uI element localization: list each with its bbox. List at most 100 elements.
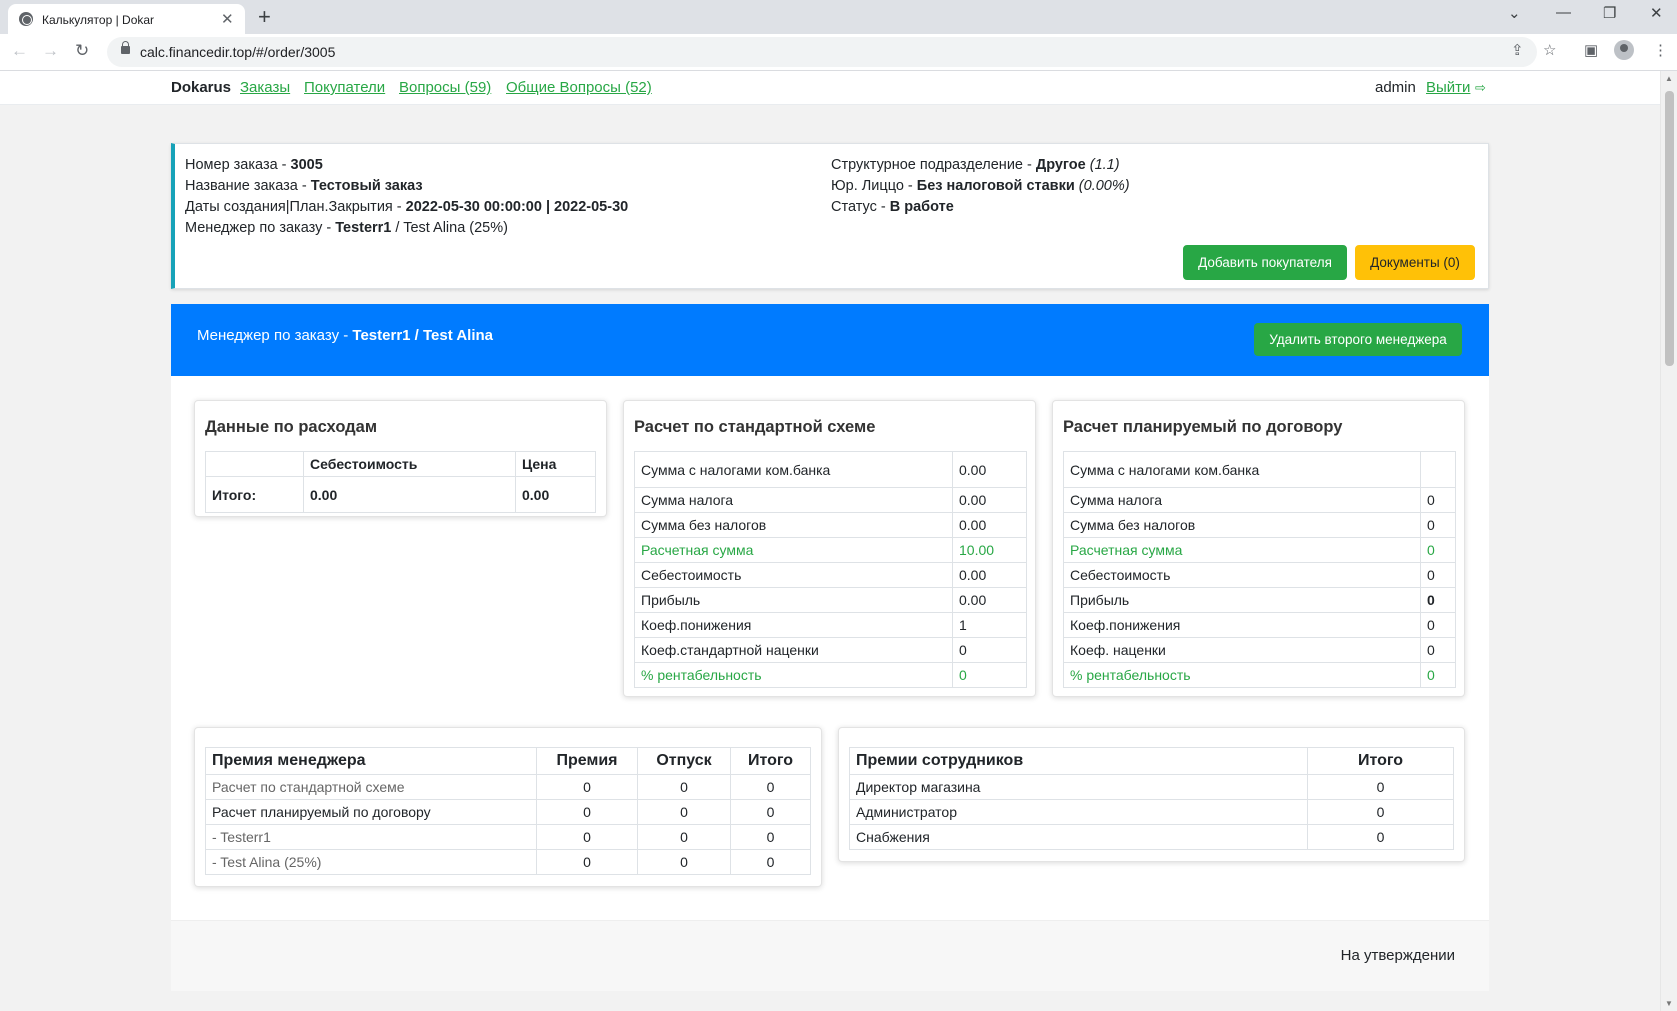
reload-icon[interactable]: ↻ bbox=[75, 41, 89, 61]
nav-link-buyers[interactable]: Покупатели bbox=[304, 79, 385, 96]
menu-dots-icon[interactable]: ⋮ bbox=[1653, 41, 1668, 59]
planned-card: Расчет планируемый по договору Сумма с н… bbox=[1052, 400, 1465, 697]
staff-bonus-row-total: 0 bbox=[1307, 824, 1454, 850]
add-buyer-button[interactable]: Добавить покупателя bbox=[1183, 245, 1347, 280]
scroll-up-icon[interactable]: ▲ bbox=[1665, 74, 1673, 83]
staff-bonus-row-label: Директор магазина bbox=[849, 774, 1308, 800]
remove-second-manager-button[interactable]: Удалить второго менеджера bbox=[1254, 323, 1462, 356]
standard-row-label: Сумма с налогами ком.банка bbox=[634, 451, 953, 488]
planned-row-value: 0 bbox=[1420, 587, 1456, 613]
browser-tab-active[interactable]: Калькулятор | Dokar ✕ bbox=[8, 4, 245, 34]
documents-button[interactable]: Документы (0) bbox=[1355, 245, 1475, 280]
manager-bonus-row-total: 0 bbox=[730, 824, 811, 850]
restore-icon[interactable]: ❐ bbox=[1603, 4, 1616, 22]
staff-bonus-row-total: 0 bbox=[1307, 799, 1454, 825]
staff-bonus-header-title: Премии сотрудников bbox=[849, 747, 1308, 775]
manager-bonus-card: Премия менеджера Премия Отпуск Итого Рас… bbox=[194, 727, 822, 887]
new-tab-icon[interactable]: + bbox=[258, 4, 271, 30]
close-window-icon[interactable]: ✕ bbox=[1650, 4, 1663, 22]
manager-bonus-row-bonus: 0 bbox=[536, 849, 638, 875]
standard-row-label: Себестоимость bbox=[634, 562, 953, 588]
legal-label: Юр. Лиццо - bbox=[831, 178, 917, 194]
page-scrollbar[interactable]: ▲ ▼ bbox=[1660, 71, 1677, 1011]
current-user: admin bbox=[1375, 79, 1416, 96]
minimize-icon[interactable]: — bbox=[1556, 4, 1571, 21]
scroll-thumb[interactable] bbox=[1665, 91, 1674, 366]
planned-row-label: Сумма без налогов bbox=[1063, 512, 1421, 538]
page-viewport: Dokarus Заказы Покупатели Вопросы (59) О… bbox=[0, 71, 1677, 1011]
division-label: Структурное подразделение - bbox=[831, 157, 1036, 173]
staff-bonus-table: Премии сотрудников Итого Директор магази… bbox=[849, 747, 1454, 850]
share-icon[interactable]: ⇪ bbox=[1511, 41, 1524, 59]
manager-bonus-row-bonus: 0 bbox=[536, 774, 638, 800]
staff-bonus-row-label: Администратор bbox=[849, 799, 1308, 825]
lock-icon bbox=[121, 41, 130, 54]
scroll-down-icon[interactable]: ▼ bbox=[1665, 999, 1673, 1008]
profile-avatar-icon[interactable] bbox=[1614, 40, 1634, 60]
manager-bonus-table: Премия менеджера Премия Отпуск Итого Рас… bbox=[205, 747, 811, 875]
bookmark-star-icon[interactable]: ☆ bbox=[1543, 41, 1556, 59]
standard-row-value: 0.00 bbox=[952, 562, 1027, 588]
staff-bonus-row-total: 0 bbox=[1307, 774, 1454, 800]
manager-bonus-row-vacation: 0 bbox=[637, 799, 731, 825]
manager-bonus-row-total: 0 bbox=[730, 774, 811, 800]
side-panel-icon[interactable]: ▣ bbox=[1584, 41, 1598, 59]
manager-bonus-header-title: Премия менеджера bbox=[205, 747, 537, 775]
planned-row-value: 0 bbox=[1420, 512, 1456, 538]
expenses-header-price: Цена bbox=[515, 451, 596, 477]
order-legal-line: Юр. Лиццо - Без налоговой ставки (0.00%) bbox=[831, 178, 1130, 194]
expenses-total-label: Итого: bbox=[205, 476, 304, 513]
manager-bonus-row-label: - Test Alina (25%) bbox=[205, 849, 537, 875]
tab-search-icon[interactable]: ⌄ bbox=[1508, 4, 1521, 22]
manager-bonus-row-vacation: 0 bbox=[637, 824, 731, 850]
planned-row-value bbox=[1420, 451, 1456, 488]
planned-title: Расчет планируемый по договору bbox=[1063, 418, 1343, 436]
order-name: Тестовый заказ bbox=[310, 178, 423, 194]
standard-row-label: Сумма налога bbox=[634, 487, 953, 513]
order-dates-label: Даты создания|План.Закрытия - bbox=[185, 199, 406, 215]
nav-link-orders[interactable]: Заказы bbox=[240, 79, 290, 96]
planned-row-value: 0 bbox=[1420, 487, 1456, 513]
planned-row-value: 0 bbox=[1420, 637, 1456, 663]
manager-bonus-row-label: - Testerr1 bbox=[205, 824, 537, 850]
planned-table: Сумма с налогами ком.банка Сумма налога 0… bbox=[1063, 451, 1456, 688]
address-bar[interactable]: calc.financedir.top/#/order/3005 bbox=[107, 37, 1537, 67]
nav-link-questions[interactable]: Вопросы (59) bbox=[399, 79, 491, 96]
forward-icon[interactable]: → bbox=[42, 41, 59, 61]
tab-close-icon[interactable]: ✕ bbox=[221, 10, 234, 28]
logout-link[interactable]: Выйти bbox=[1426, 79, 1470, 96]
standard-row-value: 10.00 bbox=[952, 537, 1027, 563]
manager-bonus-row-total: 0 bbox=[730, 849, 811, 875]
brand-logo[interactable]: Dokarus bbox=[171, 79, 231, 96]
standard-row-label: Сумма без налогов bbox=[634, 512, 953, 538]
planned-row-label: Себестоимость bbox=[1063, 562, 1421, 588]
tab-title: Калькулятор | Dokar bbox=[42, 13, 155, 27]
planned-row-label: Сумма с налогами ком.банка bbox=[1063, 451, 1421, 488]
order-manager-extra: / Test Alina (25%) bbox=[391, 220, 508, 236]
legal-value: Без налоговой ставки bbox=[916, 178, 1075, 194]
nav-link-general-questions[interactable]: Общие Вопросы (52) bbox=[506, 79, 652, 96]
standard-row-label: Прибыль bbox=[634, 587, 953, 613]
standard-row-value: 0.00 bbox=[952, 512, 1027, 538]
standard-row-value: 0 bbox=[952, 662, 1027, 688]
globe-icon bbox=[19, 12, 33, 26]
division-code: (1.1) bbox=[1089, 157, 1120, 173]
order-info-card: Номер заказа - 3005 Название заказа - Те… bbox=[171, 143, 1489, 289]
planned-row-label: Расчетная сумма bbox=[1063, 537, 1421, 563]
planned-row-label: Прибыль bbox=[1063, 587, 1421, 613]
url-text[interactable]: calc.financedir.top/#/order/3005 bbox=[140, 44, 335, 60]
manager-bonus-row-bonus: 0 bbox=[536, 824, 638, 850]
back-icon[interactable]: ← bbox=[11, 41, 28, 61]
manager-bonus-row-vacation: 0 bbox=[637, 849, 731, 875]
order-name-line: Название заказа - Тестовый заказ bbox=[185, 178, 423, 194]
manager-bonus-header-total: Итого bbox=[730, 747, 811, 775]
standard-row-value: 0.00 bbox=[952, 451, 1027, 488]
expenses-total-cost: 0.00 bbox=[303, 476, 516, 513]
manager-bonus-row-bonus: 0 bbox=[536, 799, 638, 825]
standard-row-label: Коеф.стандартной наценки bbox=[634, 637, 953, 663]
standard-scheme-table: Сумма с налогами ком.банка 0.00 Сумма нал… bbox=[634, 451, 1027, 688]
planned-row-value: 0 bbox=[1420, 537, 1456, 563]
expenses-header-empty bbox=[205, 451, 304, 477]
manager-bonus-row-label: Расчет по стандартной схеме bbox=[205, 774, 537, 800]
sign-out-icon[interactable]: ⇨ bbox=[1475, 80, 1486, 96]
